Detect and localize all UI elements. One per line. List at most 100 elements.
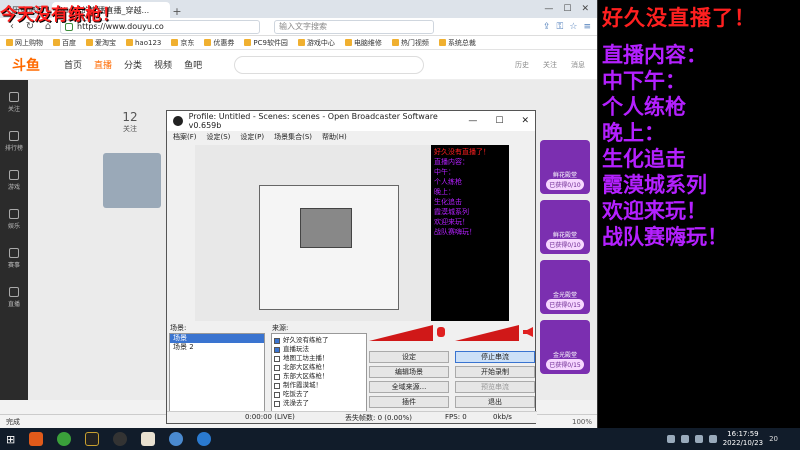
source-item[interactable]: 地图工坊主播！ — [272, 354, 366, 363]
sources-label: 来源: — [272, 324, 289, 332]
sidebar-item-entertainment[interactable]: 娱乐 — [8, 209, 20, 230]
app-icon[interactable] — [29, 432, 44, 446]
bookmark-item[interactable]: hao123 — [126, 39, 161, 47]
follow-link[interactable]: 关注 — [543, 60, 557, 70]
source-item[interactable]: 吃饭去了 — [272, 390, 366, 399]
game-app-icon[interactable] — [85, 432, 100, 446]
global-sources-button[interactable]: 全域来源... — [369, 381, 449, 393]
volume-icon[interactable] — [680, 435, 689, 443]
notification-badge[interactable]: 20 — [769, 435, 778, 443]
nav-yuba[interactable]: 鱼吧 — [184, 58, 202, 71]
source-checkbox[interactable] — [274, 400, 280, 407]
menu-item-settings[interactable]: 设定(S) — [207, 132, 231, 142]
close-icon[interactable]: ✕ — [581, 4, 589, 14]
browser-app-icon[interactable] — [169, 432, 184, 446]
source-checkbox[interactable] — [274, 337, 280, 344]
menu-item-setup[interactable]: 设定(P) — [240, 132, 264, 142]
source-checkbox[interactable] — [274, 346, 280, 353]
obs-close-icon[interactable]: ✕ — [521, 116, 529, 126]
search-input[interactable]: 输入文字搜索 — [274, 19, 434, 34]
exit-button[interactable]: 退出 — [455, 396, 535, 408]
edit-scene-button[interactable]: 编辑场景 — [369, 366, 449, 378]
bookmark-item[interactable]: 网上购物 — [6, 38, 43, 48]
scene-item[interactable]: 场景 2 — [170, 343, 264, 352]
stream-info-line: 战队赛嗨玩！ — [602, 224, 728, 249]
speaker-icon[interactable] — [523, 327, 533, 337]
share-icon[interactable]: ⇪ — [543, 22, 551, 32]
avatar[interactable] — [103, 153, 161, 208]
settings-button[interactable]: 设定 — [369, 351, 449, 363]
bookmark-item[interactable]: 游戏中心 — [297, 38, 335, 48]
star-icon[interactable]: ☆ — [569, 22, 577, 32]
source-checkbox[interactable] — [274, 373, 280, 380]
input-method-icon[interactable] — [708, 435, 717, 443]
source-checkbox[interactable] — [274, 355, 280, 362]
maximize-icon[interactable]: ☐ — [563, 4, 571, 14]
zoom-level[interactable]: 100% — [572, 418, 592, 426]
douyu-logo[interactable]: 斗鱼 — [12, 55, 52, 75]
bookmark-item[interactable]: PC9软件园 — [244, 38, 288, 48]
folder-icon — [126, 39, 133, 46]
preview-stream-button[interactable]: 预览串流 — [455, 381, 535, 393]
message-link[interactable]: 消息 — [571, 60, 585, 70]
source-item[interactable]: 直播玩法 — [272, 345, 366, 354]
bookmark-item[interactable]: 京东 — [171, 38, 194, 48]
network-icon[interactable] — [694, 435, 703, 443]
windows-start-icon[interactable]: ⊞ — [6, 433, 15, 446]
start-record-button[interactable]: 开始录制 — [455, 366, 535, 378]
source-item[interactable]: 东部大区练枪！ — [272, 372, 366, 381]
bookmark-item[interactable]: 系统总裁 — [438, 38, 476, 48]
mic-volume-meter[interactable] — [369, 323, 433, 341]
obs-app-icon[interactable] — [113, 432, 128, 446]
source-item[interactable]: 北部大区练枪！ — [272, 363, 366, 372]
gift-card[interactable]: 鲜花殿堂 已获得0/10 — [540, 200, 590, 254]
obs-minimize-icon[interactable]: — — [468, 116, 477, 126]
desktop-volume-meter[interactable] — [455, 323, 519, 341]
clock[interactable]: 16:17:59 2022/10/23 — [723, 430, 763, 448]
gift-card[interactable]: 鲜花殿堂 已获得0/10 — [540, 140, 590, 194]
minimize-icon[interactable]: — — [544, 4, 553, 14]
app-icon[interactable] — [197, 432, 212, 446]
source-checkbox[interactable] — [274, 382, 280, 389]
source-item[interactable]: 制作霞漠城！ — [272, 381, 366, 390]
key-icon[interactable]: ⚿ — [557, 22, 564, 32]
nav-video[interactable]: 视频 — [154, 58, 172, 71]
gift-card[interactable]: 金光殿堂 已获得0/15 — [540, 260, 590, 314]
history-link[interactable]: 历史 — [515, 60, 529, 70]
sources-list[interactable]: 好久没有练枪了 直播玩法 地图工坊主播！ 北部大区练枪！ 东部大区练枪！ 制作霞… — [271, 333, 367, 413]
sidebar-item-events[interactable]: 赛事 — [8, 248, 20, 269]
source-checkbox[interactable] — [274, 391, 280, 398]
bookmark-item[interactable]: 百度 — [53, 38, 76, 48]
nav-live[interactable]: 直播 — [94, 58, 112, 71]
source-item[interactable]: 洗澡去了 — [272, 399, 366, 408]
nav-category[interactable]: 分类 — [124, 58, 142, 71]
obs-preview[interactable]: 好久没有直播了！ 直播内容： 中午： 个人练枪 晚上： 生化追击 霞漠城系列 欢… — [195, 145, 509, 321]
sidebar-item-game[interactable]: 游戏 — [8, 170, 20, 191]
sidebar-item-rank[interactable]: 排行榜 — [5, 131, 23, 152]
bookmark-item[interactable]: 热门视频 — [391, 38, 429, 48]
bookmark-item[interactable]: 电脑维修 — [344, 38, 382, 48]
source-item[interactable]: 好久没有练枪了 — [272, 336, 366, 345]
new-tab-button[interactable]: + — [170, 5, 184, 18]
menu-icon[interactable]: ≡ — [583, 22, 591, 32]
nav-home[interactable]: 首页 — [64, 58, 82, 71]
obs-maximize-icon[interactable]: ☐ — [495, 116, 503, 126]
tray-icon[interactable] — [666, 435, 675, 443]
menu-item-scene-collection[interactable]: 场景集合(S) — [274, 132, 312, 142]
douyu-search-input[interactable] — [234, 55, 425, 74]
app-icon[interactable] — [141, 432, 156, 446]
bookmark-item[interactable]: 爱淘宝 — [86, 38, 116, 48]
stop-stream-button[interactable]: 停止串流 — [455, 351, 535, 363]
menu-item-profile[interactable]: 档案(F) — [173, 132, 197, 142]
app-icon[interactable] — [57, 432, 72, 446]
scene-item[interactable]: 场景 — [170, 334, 264, 343]
bookmark-item[interactable]: 优惠券 — [204, 38, 234, 48]
sidebar-item-follow[interactable]: 关注 — [8, 92, 20, 113]
scenes-list[interactable]: 场景 场景 2 — [169, 333, 265, 413]
sidebar-item-live[interactable]: 直播 — [8, 287, 20, 308]
gift-card[interactable]: 金光殿堂 已获得0/15 — [540, 320, 590, 374]
source-checkbox[interactable] — [274, 364, 280, 371]
plugins-button[interactable]: 插件 — [369, 396, 449, 408]
menu-item-help[interactable]: 帮助(H) — [322, 132, 347, 142]
mic-icon[interactable] — [437, 327, 445, 337]
